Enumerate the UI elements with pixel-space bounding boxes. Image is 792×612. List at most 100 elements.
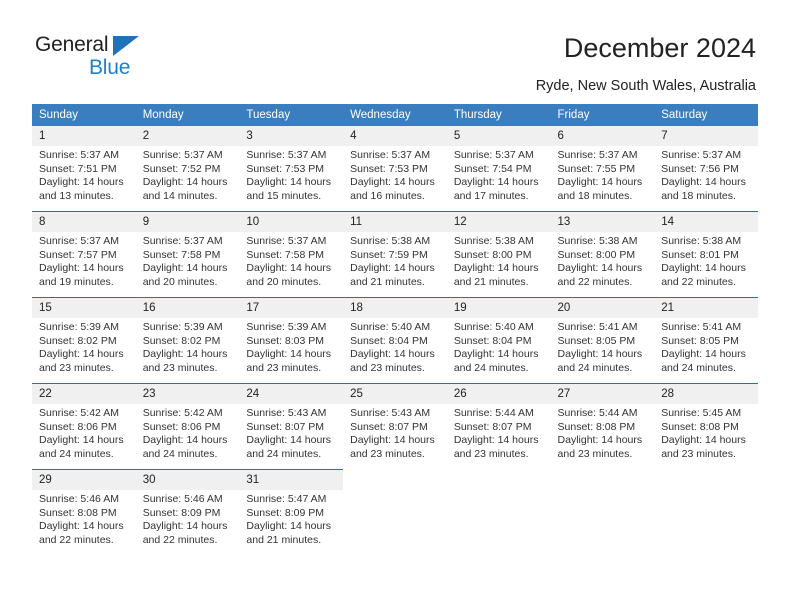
calendar-day-cell[interactable]: 8 Sunrise: 5:37 AM Sunset: 7:57 PM Daylight… (32, 211, 136, 298)
calendar-day-cell[interactable]: 17 Sunrise: 5:39 AM Sunset: 8:03 PM Dayligh… (239, 297, 344, 384)
sunset-text: Sunset: 7:57 PM (39, 248, 117, 261)
daylight-text-line2: and 24 minutes. (557, 361, 633, 374)
day-sun-details: Sunrise: 5:37 AM Sunset: 7:58 PM Daylight:… (239, 232, 343, 289)
calendar-day-cell[interactable]: 3 Sunrise: 5:37 AM Sunset: 7:53 PM Daylight… (239, 126, 344, 212)
calendar-day-cell[interactable]: 31 Sunrise: 5:47 AM Sunset: 8:09 PM Dayligh… (239, 469, 344, 555)
daylight-text-line2: and 13 minutes. (39, 189, 114, 202)
day-sun-details: Sunrise: 5:41 AM Sunset: 8:05 PM Daylight:… (654, 318, 758, 375)
daylight-text-line1: Daylight: 14 hours (557, 262, 643, 274)
daylight-text-line2: and 24 minutes. (39, 447, 114, 460)
day-sun-details: Sunrise: 5:37 AM Sunset: 7:58 PM Daylight:… (136, 232, 240, 289)
daylight-text-line1: Daylight: 14 hours (453, 176, 539, 188)
calendar-day-cell[interactable]: 6 Sunrise: 5:37 AM Sunset: 7:55 PM Daylight… (550, 126, 655, 212)
daylight-text-line1: Daylight: 14 hours (661, 348, 746, 360)
sunset-text: Sunset: 8:01 PM (661, 248, 739, 261)
calendar-day-cell[interactable]: 15 Sunrise: 5:39 AM Sunset: 8:02 PM Dayligh… (32, 297, 136, 384)
calendar-day-cell[interactable]: 29 Sunrise: 5:46 AM Sunset: 8:08 PM Dayligh… (32, 469, 136, 555)
sunrise-text: Sunrise: 5:37 AM (39, 149, 119, 161)
daylight-text-line2: and 21 minutes. (453, 275, 529, 288)
general-blue-logo[interactable]: General Blue (35, 33, 175, 83)
sunrise-text: Sunrise: 5:47 AM (246, 493, 327, 505)
day-number: 30 (135, 470, 240, 490)
calendar-day-cell[interactable]: 7 Sunrise: 5:37 AM Sunset: 7:56 PM Daylight… (654, 126, 758, 212)
calendar-day-cell[interactable]: 13 Sunrise: 5:38 AM Sunset: 8:00 PM Dayligh… (550, 211, 655, 298)
sunrise-text: Sunrise: 5:37 AM (557, 149, 638, 161)
daylight-text-line1: Daylight: 14 hours (557, 348, 643, 360)
calendar-day-cell[interactable]: 10 Sunrise: 5:37 AM Sunset: 7:58 PM Dayligh… (239, 211, 344, 298)
day-number: 18 (343, 298, 447, 318)
daylight-text-line1: Daylight: 14 hours (142, 434, 228, 446)
day-number: 26 (446, 384, 551, 404)
page-subtitle-location: Ryde, New South Wales, Australia (535, 78, 756, 94)
day-number: 21 (654, 298, 758, 318)
daylight-text-line2: and 24 minutes. (453, 361, 529, 374)
day-number: 12 (446, 212, 551, 232)
sunset-text: Sunset: 7:58 PM (142, 248, 221, 261)
sunrise-text: Sunrise: 5:37 AM (142, 149, 223, 161)
sunrise-text: Sunrise: 5:40 AM (350, 321, 431, 333)
calendar-day-cell[interactable]: 1 Sunrise: 5:37 AM Sunset: 7:51 PM Daylight… (32, 126, 136, 212)
calendar-day-cell[interactable]: 16 Sunrise: 5:39 AM Sunset: 8:02 PM Dayligh… (135, 297, 240, 384)
calendar-day-cell[interactable]: 26 Sunrise: 5:44 AM Sunset: 8:07 PM Dayligh… (446, 383, 551, 470)
calendar-day-cell[interactable]: 12 Sunrise: 5:38 AM Sunset: 8:00 PM Dayligh… (446, 211, 551, 298)
daylight-text-line1: Daylight: 14 hours (453, 348, 539, 360)
day-sun-details: Sunrise: 5:38 AM Sunset: 8:00 PM Daylight:… (551, 232, 655, 289)
calendar-day-cell[interactable]: 22 Sunrise: 5:42 AM Sunset: 8:06 PM Dayligh… (32, 383, 136, 470)
sunset-text: Sunset: 8:06 PM (39, 420, 117, 433)
day-sun-details: Sunrise: 5:47 AM Sunset: 8:09 PM Daylight:… (239, 490, 343, 547)
day-number: 19 (446, 298, 551, 318)
sunrise-text: Sunrise: 5:46 AM (39, 493, 119, 505)
calendar-day-cell[interactable]: 25 Sunrise: 5:43 AM Sunset: 8:07 PM Dayligh… (343, 383, 447, 470)
calendar-week-row: 22 Sunrise: 5:42 AM Sunset: 8:06 PM Dayligh… (32, 383, 758, 470)
calendar-day-cell[interactable]: 19 Sunrise: 5:40 AM Sunset: 8:04 PM Dayligh… (446, 297, 551, 384)
calendar-empty-cell (550, 469, 655, 555)
day-sun-details: Sunrise: 5:43 AM Sunset: 8:07 PM Daylight:… (239, 404, 343, 461)
sunset-text: Sunset: 8:02 PM (39, 334, 117, 347)
sunset-text: Sunset: 8:09 PM (142, 506, 221, 519)
day-number: 29 (32, 470, 136, 490)
weekday-header-monday: Monday (135, 104, 240, 126)
calendar-day-cell[interactable]: 5 Sunrise: 5:37 AM Sunset: 7:54 PM Daylight… (446, 126, 551, 212)
day-number: 28 (654, 384, 758, 404)
day-sun-details: Sunrise: 5:44 AM Sunset: 8:08 PM Daylight:… (551, 404, 655, 461)
calendar-day-cell[interactable]: 2 Sunrise: 5:37 AM Sunset: 7:52 PM Daylight… (135, 126, 240, 212)
daylight-text-line1: Daylight: 14 hours (246, 176, 332, 188)
daylight-text-line2: and 23 minutes. (453, 447, 529, 460)
calendar-day-cell[interactable]: 4 Sunrise: 5:37 AM Sunset: 7:53 PM Daylight… (343, 126, 447, 212)
calendar-day-cell[interactable]: 14 Sunrise: 5:38 AM Sunset: 8:01 PM Dayligh… (654, 211, 758, 298)
calendar-day-cell[interactable]: 18 Sunrise: 5:40 AM Sunset: 8:04 PM Dayligh… (343, 297, 447, 384)
calendar-day-cell[interactable]: 28 Sunrise: 5:45 AM Sunset: 8:08 PM Dayligh… (654, 383, 758, 470)
calendar-day-cell[interactable]: 9 Sunrise: 5:37 AM Sunset: 7:58 PM Daylight… (135, 211, 240, 298)
sunrise-text: Sunrise: 5:38 AM (557, 235, 638, 247)
sunrise-text: Sunrise: 5:37 AM (142, 235, 223, 247)
day-number: 16 (135, 298, 240, 318)
calendar-day-cell[interactable]: 20 Sunrise: 5:41 AM Sunset: 8:05 PM Dayligh… (550, 297, 655, 384)
day-number: 6 (550, 126, 655, 146)
daylight-text-line1: Daylight: 14 hours (350, 262, 435, 274)
calendar-day-cell[interactable]: 21 Sunrise: 5:41 AM Sunset: 8:05 PM Dayligh… (654, 297, 758, 384)
daylight-text-line2: and 22 minutes. (557, 275, 633, 288)
sunset-text: Sunset: 8:08 PM (39, 506, 117, 519)
sunset-text: Sunset: 8:07 PM (350, 420, 428, 433)
day-sun-details: Sunrise: 5:40 AM Sunset: 8:04 PM Daylight:… (343, 318, 447, 375)
calendar-day-cell[interactable]: 27 Sunrise: 5:44 AM Sunset: 8:08 PM Dayligh… (550, 383, 655, 470)
calendar-day-cell[interactable]: 30 Sunrise: 5:46 AM Sunset: 8:09 PM Dayligh… (135, 469, 240, 555)
day-number: 25 (343, 384, 447, 404)
day-sun-details: Sunrise: 5:37 AM Sunset: 7:56 PM Daylight:… (654, 146, 758, 203)
sunrise-text: Sunrise: 5:37 AM (246, 149, 327, 161)
day-number: 3 (239, 126, 344, 146)
daylight-text-line1: Daylight: 14 hours (661, 176, 746, 188)
calendar-day-cell[interactable]: 11 Sunrise: 5:38 AM Sunset: 7:59 PM Dayligh… (343, 211, 447, 298)
calendar-day-cell[interactable]: 24 Sunrise: 5:43 AM Sunset: 8:07 PM Dayligh… (239, 383, 344, 470)
daylight-text-line1: Daylight: 14 hours (661, 434, 746, 446)
sunset-text: Sunset: 8:09 PM (246, 506, 325, 519)
daylight-text-line1: Daylight: 14 hours (39, 348, 124, 360)
page-title: December 2024 (563, 33, 756, 63)
day-sun-details: Sunrise: 5:37 AM Sunset: 7:54 PM Daylight:… (447, 146, 551, 203)
daylight-text-line2: and 24 minutes. (142, 447, 218, 460)
calendar-day-cell[interactable]: 23 Sunrise: 5:42 AM Sunset: 8:06 PM Dayligh… (135, 383, 240, 470)
daylight-text-line2: and 24 minutes. (246, 447, 322, 460)
day-sun-details: Sunrise: 5:41 AM Sunset: 8:05 PM Daylight:… (551, 318, 655, 375)
day-sun-details: Sunrise: 5:39 AM Sunset: 8:03 PM Daylight:… (239, 318, 343, 375)
daylight-text-line2: and 22 minutes. (39, 533, 114, 546)
